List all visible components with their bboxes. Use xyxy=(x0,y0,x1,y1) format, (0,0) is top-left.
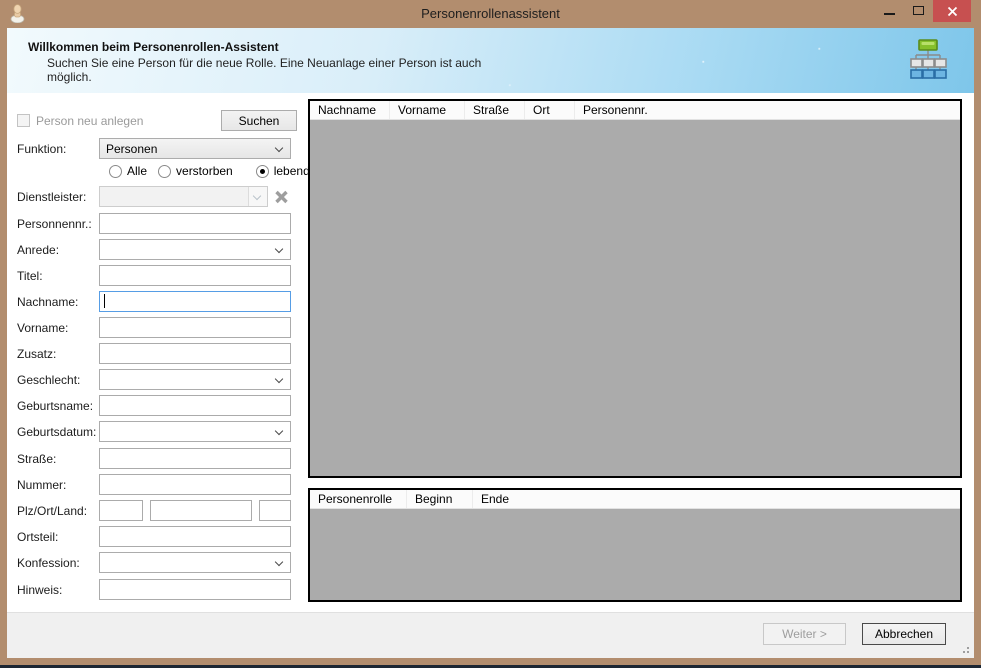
search-form-panel: Person neu anlegen Suchen Funktion: Pers… xyxy=(7,93,303,605)
titel-label: Titel: xyxy=(17,269,99,283)
hinweis-label: Hinweis: xyxy=(17,583,99,597)
wizard-window: Personenrollenassistent Willkommen beim … xyxy=(0,0,981,668)
chevron-down-icon xyxy=(275,144,283,152)
column-header[interactable]: Personennr. xyxy=(575,101,960,119)
funktion-label: Funktion: xyxy=(17,142,99,156)
konfession-label: Konfession: xyxy=(17,556,99,570)
wizard-header: Willkommen beim Personenrollen-Assistent… xyxy=(7,28,974,93)
new-person-label: Person neu anlegen xyxy=(36,114,143,128)
minimize-icon xyxy=(884,13,895,15)
column-header[interactable]: Ende xyxy=(473,490,960,508)
geburtsdatum-select[interactable] xyxy=(99,421,291,442)
wizard-header-title: Willkommen beim Personenrollen-Assistent xyxy=(28,40,279,54)
radio-circle-icon xyxy=(158,165,171,178)
results-table-header: Nachname Vorname Straße Ort Personennr. xyxy=(310,101,960,120)
close-icon xyxy=(947,6,958,17)
zusatz-input[interactable] xyxy=(99,343,291,364)
text-caret xyxy=(104,294,105,308)
vorname-label: Vorname: xyxy=(17,321,99,335)
orgchart-icon xyxy=(908,38,948,85)
hinweis-input[interactable] xyxy=(99,579,291,600)
plz-ort-land-label: Plz/Ort/Land: xyxy=(17,504,99,518)
footer-bar: Weiter > Abbrechen xyxy=(7,612,974,658)
radio-verstorben[interactable]: verstorben xyxy=(158,164,233,178)
plz-input[interactable] xyxy=(99,500,143,521)
column-header[interactable]: Straße xyxy=(465,101,525,119)
dienstleister-label: Dienstleister: xyxy=(17,190,99,204)
column-header[interactable]: Nachname xyxy=(310,101,390,119)
column-header[interactable]: Personenrolle xyxy=(310,490,407,508)
ortsteil-label: Ortsteil: xyxy=(17,530,99,544)
search-button[interactable]: Suchen xyxy=(221,110,297,131)
ortsteil-input[interactable] xyxy=(99,526,291,547)
funktion-value: Personen xyxy=(100,142,157,156)
chevron-down-icon xyxy=(275,558,283,566)
geschlecht-label: Geschlecht: xyxy=(17,373,99,387)
window-controls xyxy=(875,0,971,22)
roles-table-header: Personenrolle Beginn Ende xyxy=(310,490,960,509)
resize-grip[interactable] xyxy=(959,643,969,653)
titlebar[interactable]: Personenrollenassistent xyxy=(0,0,981,28)
column-header[interactable]: Vorname xyxy=(390,101,465,119)
personnennr-label: Personnennr.: xyxy=(17,217,99,231)
geburtsname-label: Geburtsname: xyxy=(17,399,99,413)
close-button[interactable] xyxy=(933,0,971,22)
konfession-select[interactable] xyxy=(99,552,291,573)
minimize-button[interactable] xyxy=(875,0,904,22)
clear-dienstleister-icon[interactable] xyxy=(274,190,289,204)
roles-table-body[interactable] xyxy=(310,509,960,600)
status-radio-group: Alle verstorben lebende xyxy=(17,164,303,178)
chevron-down-icon xyxy=(275,245,283,253)
column-header[interactable]: Beginn xyxy=(407,490,473,508)
chevron-down-icon xyxy=(275,375,283,383)
next-button[interactable]: Weiter > xyxy=(763,623,846,645)
maximize-button[interactable] xyxy=(904,0,933,22)
ort-input[interactable] xyxy=(150,500,252,521)
anrede-select[interactable] xyxy=(99,239,291,260)
strasse-input[interactable] xyxy=(99,448,291,469)
land-input[interactable] xyxy=(259,500,291,521)
nummer-label: Nummer: xyxy=(17,478,99,492)
nummer-input[interactable] xyxy=(99,474,291,495)
radio-circle-icon xyxy=(109,165,122,178)
window-title: Personenrollenassistent xyxy=(0,6,981,21)
roles-table: Personenrolle Beginn Ende xyxy=(308,488,962,602)
geburtsname-input[interactable] xyxy=(99,395,291,416)
cancel-button[interactable]: Abbrechen xyxy=(862,623,946,645)
wizard-content: Willkommen beim Personenrollen-Assistent… xyxy=(7,28,974,658)
new-person-checkbox[interactable] xyxy=(17,114,30,127)
column-header[interactable]: Ort xyxy=(525,101,575,119)
vorname-input[interactable] xyxy=(99,317,291,338)
nachname-input[interactable] xyxy=(99,291,291,312)
funktion-select[interactable]: Personen xyxy=(99,138,291,159)
radio-alle[interactable]: Alle xyxy=(109,164,147,178)
strasse-label: Straße: xyxy=(17,452,99,466)
results-table-body[interactable] xyxy=(310,120,960,476)
titel-input[interactable] xyxy=(99,265,291,286)
maximize-icon xyxy=(913,6,924,15)
geschlecht-select[interactable] xyxy=(99,369,291,390)
results-table: Nachname Vorname Straße Ort Personennr. xyxy=(308,99,962,478)
anrede-label: Anrede: xyxy=(17,243,99,257)
zusatz-label: Zusatz: xyxy=(17,347,99,361)
chevron-down-icon xyxy=(275,427,283,435)
nachname-label: Nachname: xyxy=(17,295,99,309)
geburtsdatum-label: Geburtsdatum: xyxy=(17,425,99,439)
personnennr-input[interactable] xyxy=(99,213,291,234)
radio-circle-icon xyxy=(256,165,269,178)
wizard-header-subtitle: Suchen Sie eine Person für die neue Roll… xyxy=(47,56,497,84)
dienstleister-select[interactable] xyxy=(99,186,268,207)
main-area: Person neu anlegen Suchen Funktion: Pers… xyxy=(7,93,974,612)
